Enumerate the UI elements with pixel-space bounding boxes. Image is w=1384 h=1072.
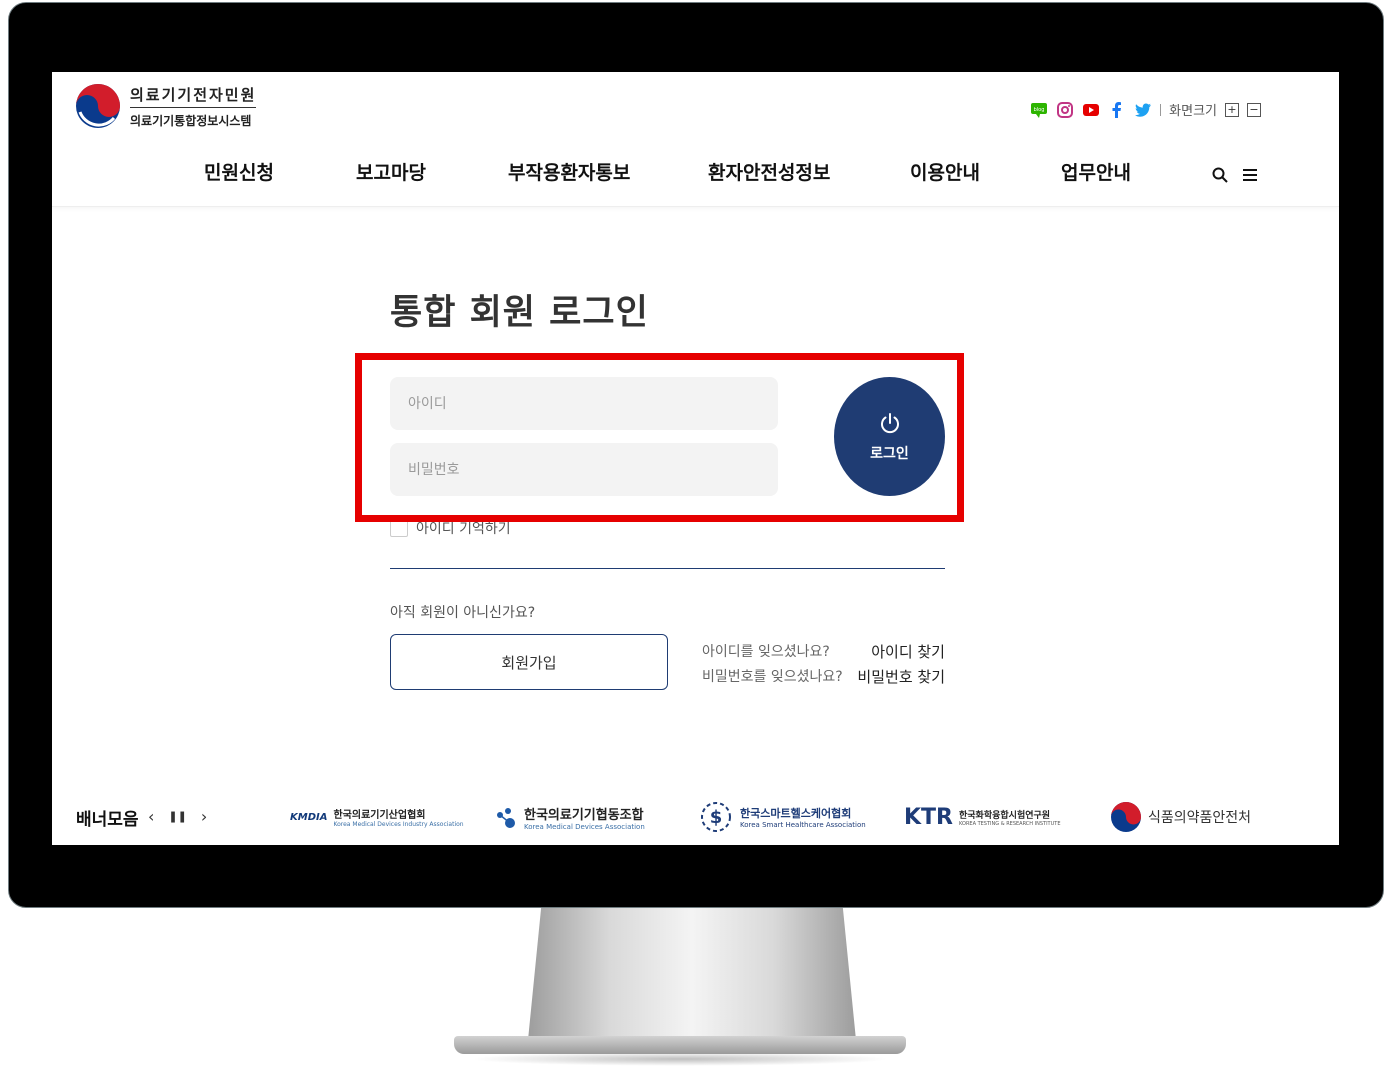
nav-item-business[interactable]: 업무안내 [1061,158,1131,185]
banner-title: 배너모음 [76,810,139,830]
logo-subtitle: 의료기기통합정보시스템 [130,113,252,128]
browser-screen: 의료기기전자민원 의료기기통합정보시스템 blog 화면크기 + − 민원신청 … [52,72,1339,845]
taegeuk-logo-icon [76,84,120,128]
remember-id[interactable]: 아이디 기억하기 [390,518,511,538]
banner-strip: 배너모음 ‹ ❚❚ › KMDIA 한국의료기기산업협회 Korea Medic… [52,797,1339,845]
nav-item-report[interactable]: 보고마당 [356,158,426,185]
monitor-stand-base [454,1036,906,1054]
facebook-icon[interactable] [1108,101,1126,119]
banner-pause-icon[interactable]: ❚❚ [168,810,186,826]
forgot-id-question: 아이디를 잊으셨나요? [702,644,830,660]
banner-kmdca[interactable]: 한국의료기기협동조합 Korea Medical Devices Associa… [494,797,645,837]
power-icon [880,412,899,433]
nav-item-patient-safety[interactable]: 환자안전성정보 [708,158,830,185]
monitor-stand-neck [528,908,856,1040]
banner-mfds[interactable]: 식품의약품안전처 [1110,797,1251,837]
logo-title: 의료기기전자민원 [130,84,257,108]
banner-kosha-name: 한국스마트헬스케어협회 [740,807,852,820]
sns-links: blog 화면크기 + − [1030,100,1261,119]
remember-id-label: 아이디 기억하기 [416,521,511,537]
id-input[interactable] [390,377,778,430]
molecule-logo-icon [497,808,515,828]
sns-separator [1160,103,1162,116]
stand-shadow [470,1052,890,1066]
login-button-label: 로그인 [870,445,909,462]
banner-kmdia-name: 한국의료기기산업협회 [333,810,426,821]
banner-ktr[interactable]: KTR 한국화학융합시험연구원 KOREA TESTING & RESEARCH… [904,797,1061,837]
not-member-text: 아직 회원이 아니신가요? [390,605,536,621]
forgot-password-question: 비밀번호를 잊으셨나요? [702,669,843,685]
nav-item-guide[interactable]: 이용안내 [910,158,980,185]
main-nav: 민원신청 보고마당 부작용환자통보 환자안전성정보 이용안내 업무안내 [204,158,1184,188]
site-header: 의료기기전자민원 의료기기통합정보시스템 blog 화면크기 + − 민원신청 … [52,72,1339,207]
banner-kmdia-sub: Korea Medical Devices Industry Associati… [333,821,464,828]
twitter-icon[interactable] [1134,101,1152,119]
svg-text:$: $ [710,807,723,828]
banner-next-icon[interactable]: › [201,807,207,826]
find-password-link[interactable]: 비밀번호 찾기 [857,666,945,687]
banner-kosha[interactable]: $ 한국스마트헬스케어협회 Korea Smart Healthcare Ass… [698,797,866,837]
banner-mfds-name: 식품의약품안전처 [1148,810,1252,826]
nav-item-civil-complaint[interactable]: 민원신청 [204,158,274,185]
banner-controls: ‹ ❚❚ › [148,807,207,826]
banner-ktr-name: 한국화학융합시험연구원 [959,810,1051,821]
font-size-minus-button[interactable]: − [1247,102,1261,117]
header-utilities [1211,166,1259,184]
divider [390,568,945,569]
svg-text:blog: blog [1034,107,1045,113]
font-size-plus-button[interactable]: + [1225,102,1239,117]
banner-ktr-sub: KOREA TESTING & RESEARCH INSTITUTE [959,820,1061,827]
login-button[interactable]: 로그인 [834,377,945,496]
banner-kosha-sub: Korea Smart Healthcare Association [740,821,866,829]
find-id-link[interactable]: 아이디 찾기 [871,641,945,662]
remember-id-checkbox[interactable] [390,519,408,537]
caduceus-logo-icon: $ [701,802,731,832]
banner-prev-icon[interactable]: ‹ [148,807,154,826]
banner-kmdca-name: 한국의료기기협동조합 [524,807,644,823]
instagram-icon[interactable] [1056,101,1074,119]
page-title: 통합 회원 로그인 [390,293,649,333]
password-input[interactable] [390,443,778,496]
blog-icon[interactable]: blog [1030,101,1048,119]
site-logo[interactable]: 의료기기전자민원 의료기기통합정보시스템 [74,82,257,130]
taegeuk-logo-icon [1111,802,1141,832]
ktr-mark: KTR [904,804,953,830]
monitor-mockup: 의료기기전자민원 의료기기통합정보시스템 blog 화면크기 + − 민원신청 … [0,0,1384,1072]
banner-kmdia[interactable]: KMDIA 한국의료기기산업협회 Korea Medical Devices I… [290,797,464,837]
font-size-label: 화면크기 [1169,104,1217,119]
search-icon[interactable] [1211,166,1229,184]
nav-item-adverse-event[interactable]: 부작용환자통보 [508,158,630,185]
kmdia-mark: KMDIA [290,811,328,823]
banner-kmdca-sub: Korea Medical Devices Association [524,822,645,831]
youtube-icon[interactable] [1082,101,1100,119]
join-button[interactable]: 회원가입 [390,634,668,690]
menu-icon[interactable] [1241,166,1259,184]
